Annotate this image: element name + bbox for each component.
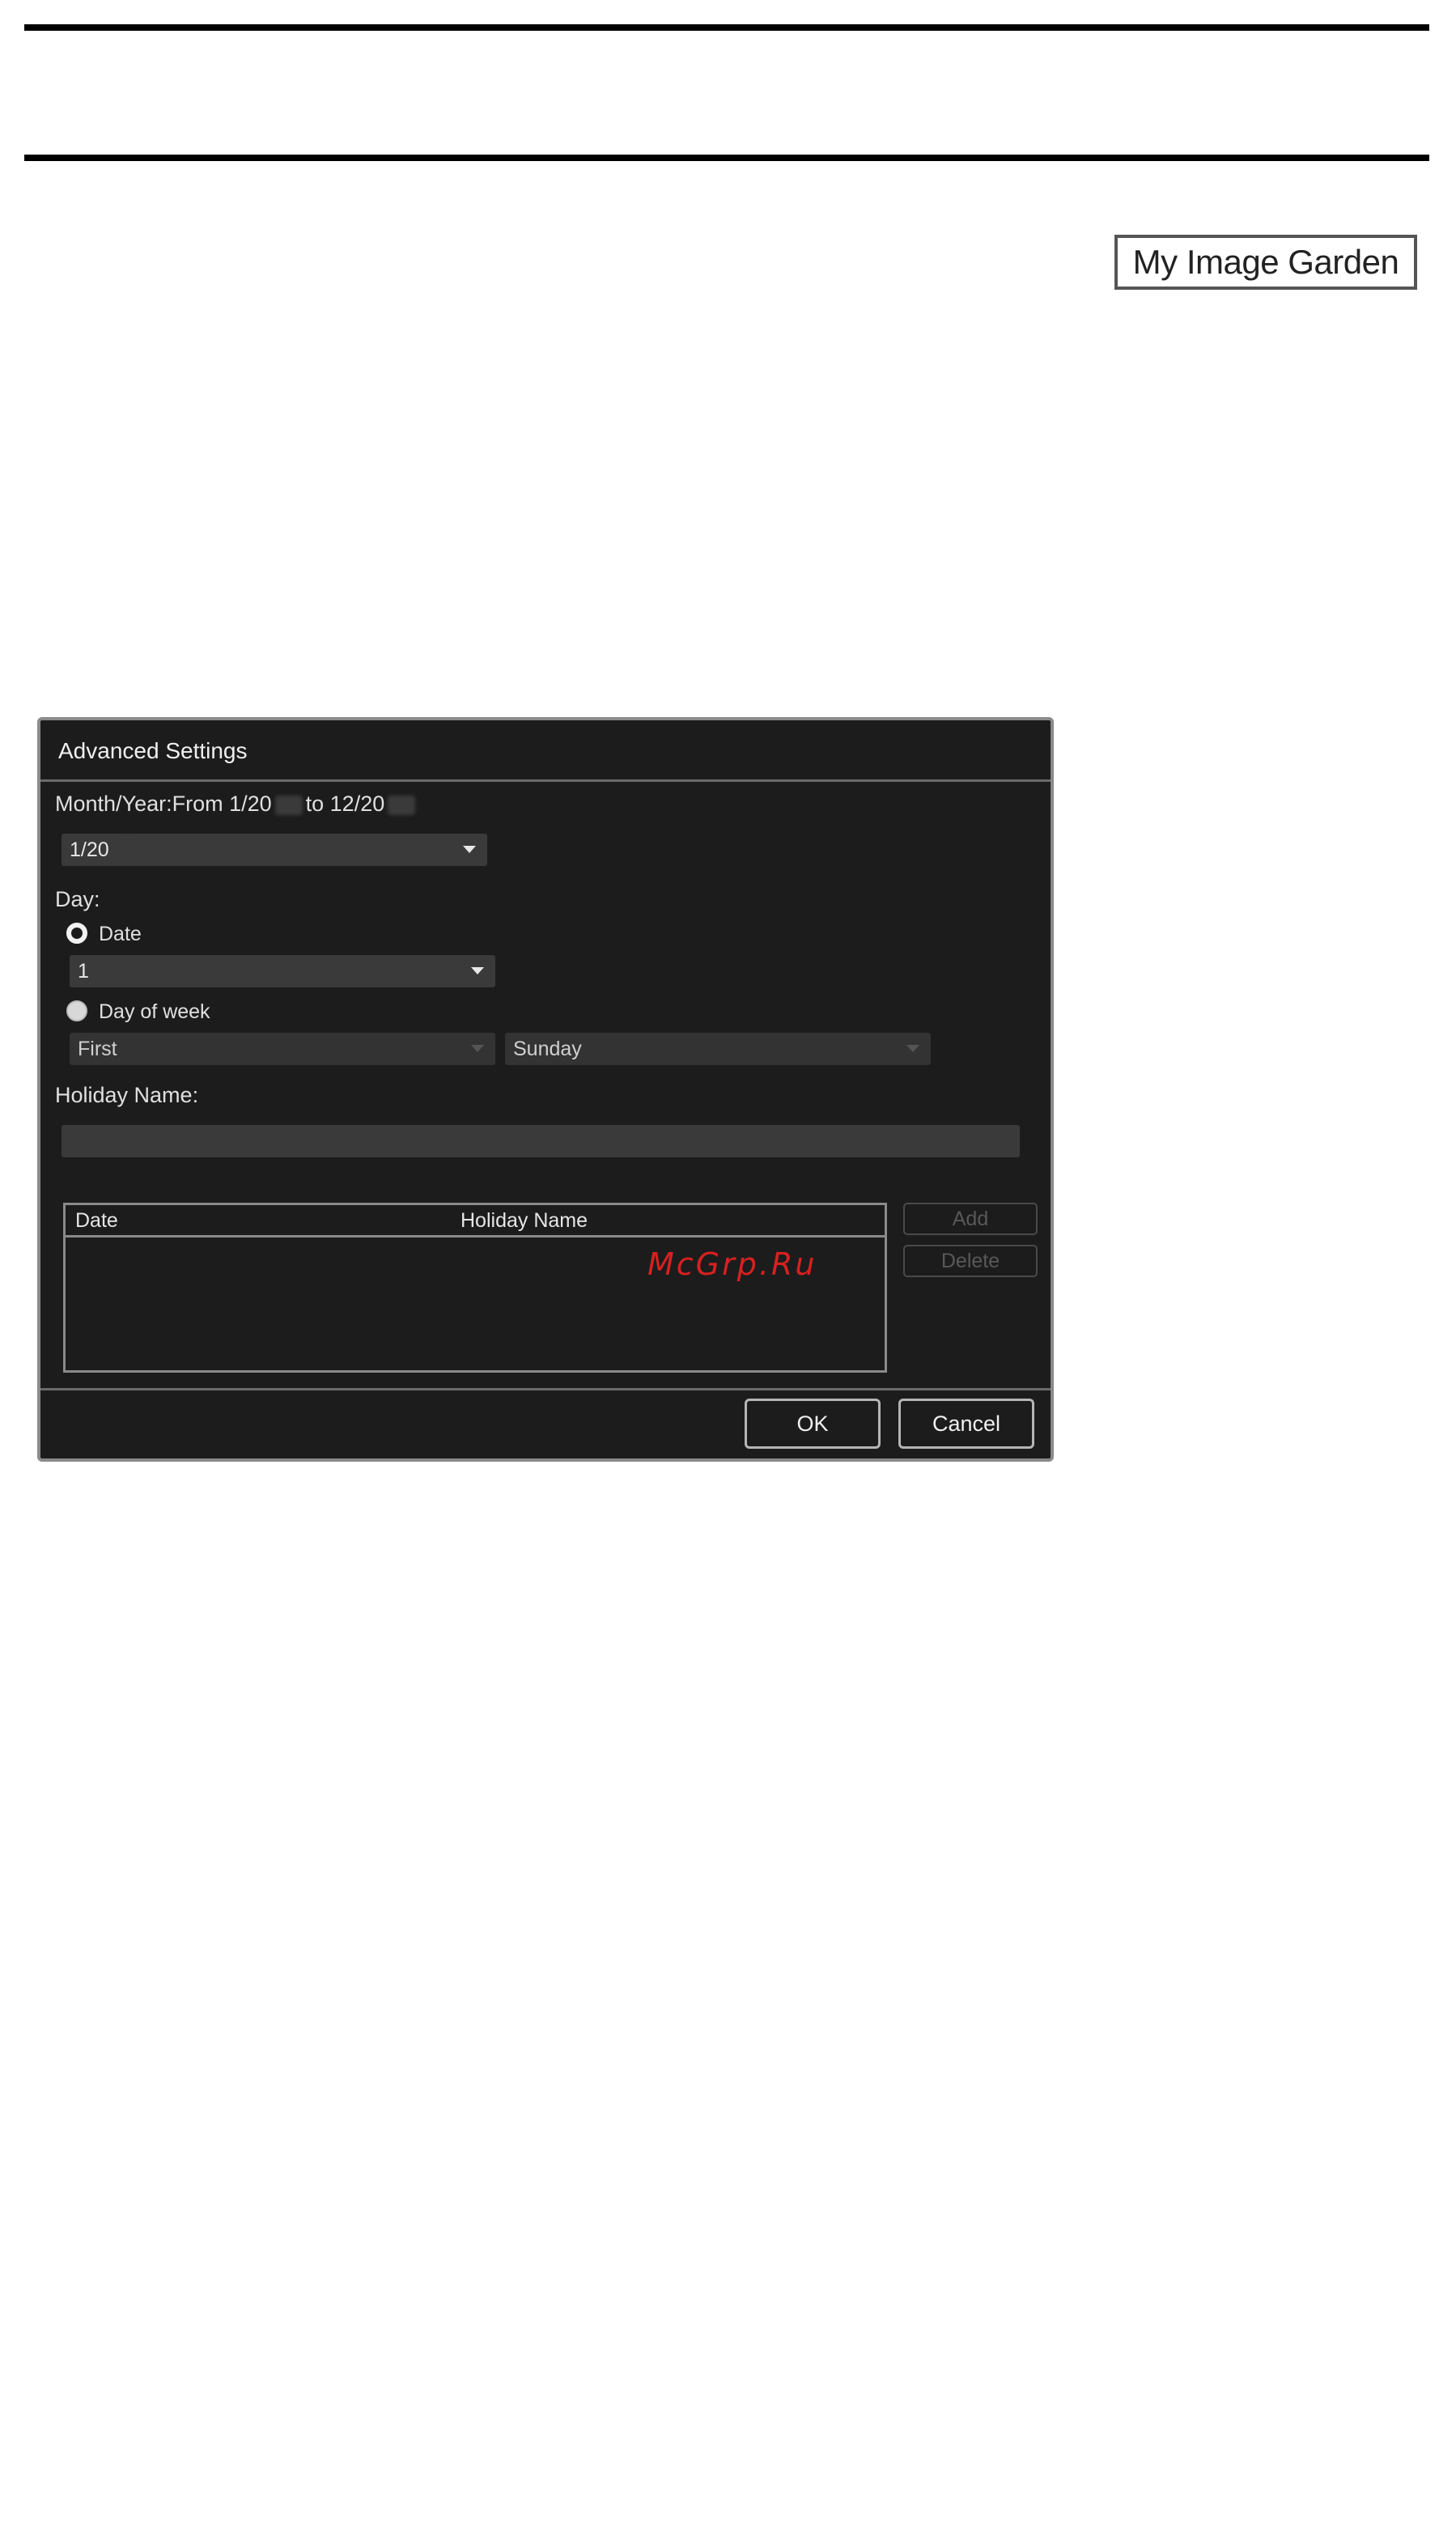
- date-select-value: 1: [78, 960, 89, 983]
- week-ordinal-value: First: [78, 1038, 117, 1060]
- redacted-year: [112, 841, 140, 861]
- watermark-text: McGrp.Ru: [647, 1246, 817, 1282]
- day-of-week-radio[interactable]: [66, 1000, 87, 1021]
- month-year-label-prefix: Month/Year:From 1/20: [55, 792, 272, 816]
- day-label: Day:: [55, 887, 100, 911]
- table-header: Date Holiday Name: [66, 1205, 885, 1238]
- weekday-value: Sunday: [513, 1038, 582, 1060]
- advanced-settings-dialog: Advanced Settings Month/Year:From 1/20 to…: [37, 717, 1054, 1462]
- chevron-down-icon: [471, 967, 484, 974]
- redacted-year: [388, 795, 416, 815]
- month-year-label-mid: to 12/20: [305, 792, 385, 816]
- holiday-name-input[interactable]: [62, 1125, 1020, 1157]
- date-select[interactable]: 1: [70, 955, 495, 987]
- product-badge: My Image Garden: [1114, 235, 1417, 290]
- dialog-title: Advanced Settings: [40, 720, 1051, 782]
- column-header-holiday-name[interactable]: Holiday Name: [461, 1205, 588, 1236]
- ok-button[interactable]: OK: [745, 1399, 881, 1449]
- weekday-select[interactable]: Sunday: [505, 1033, 931, 1065]
- month-year-select[interactable]: 1/20: [62, 834, 487, 866]
- redacted-year: [274, 795, 303, 815]
- column-header-date[interactable]: Date: [75, 1205, 118, 1236]
- month-year-select-value: 1/20: [70, 838, 109, 861]
- delete-button[interactable]: Delete: [903, 1245, 1038, 1277]
- month-year-range-label: Month/Year:From 1/20 to 12/20: [55, 792, 418, 817]
- holiday-name-label: Holiday Name:: [55, 1083, 199, 1107]
- cancel-button[interactable]: Cancel: [898, 1399, 1034, 1449]
- chevron-down-icon: [463, 846, 476, 853]
- footer-divider: [40, 1388, 1051, 1390]
- chevron-down-icon: [906, 1045, 919, 1052]
- day-of-week-radio-label: Day of week: [99, 1000, 210, 1023]
- bottom-rule: [24, 155, 1429, 161]
- date-radio[interactable]: [66, 923, 87, 944]
- week-ordinal-select[interactable]: First: [70, 1033, 495, 1065]
- date-radio-label: Date: [99, 923, 142, 945]
- add-button[interactable]: Add: [903, 1203, 1038, 1235]
- chevron-down-icon: [471, 1045, 484, 1052]
- holiday-table: Date Holiday Name: [63, 1203, 887, 1373]
- top-rule: [24, 24, 1429, 31]
